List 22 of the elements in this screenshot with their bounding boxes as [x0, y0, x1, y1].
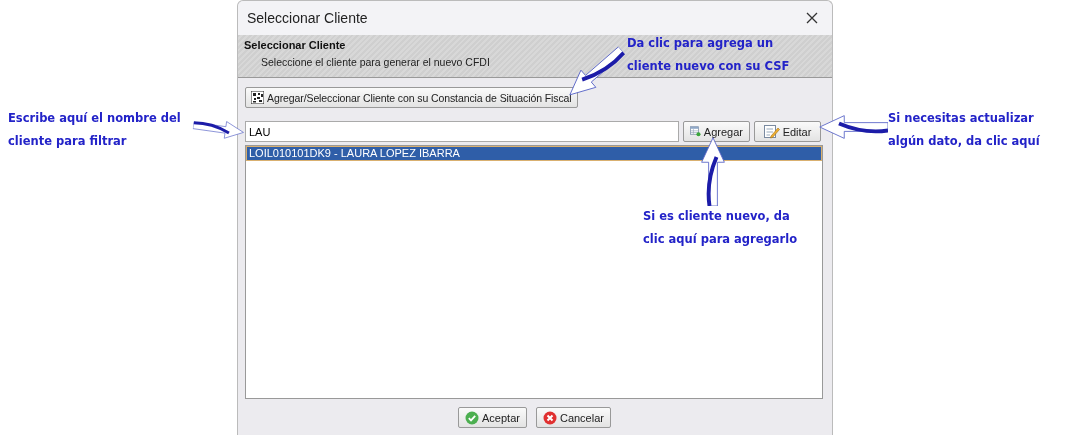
search-field[interactable]: LAU	[245, 121, 679, 142]
csf-button[interactable]: Agregar/Seleccionar Cliente con su Constancia de Situación Fiscal	[245, 87, 578, 108]
header-title: Seleccionar Cliente	[244, 39, 346, 51]
callout-text: Da clic para agrega un cliente nuevo con su CSF	[627, 35, 790, 75]
cancel-button[interactable]: Cancelar	[535, 407, 611, 428]
close-button[interactable]	[804, 10, 820, 26]
callout-arrow	[818, 112, 888, 142]
callout-text: Escribe aquí el nombre del cliente para filtrar	[8, 110, 181, 150]
header-subtitle: Seleccione el cliente para generar el nuevo CFDI	[261, 56, 490, 68]
add-button[interactable]: Agregar	[683, 121, 750, 142]
callout-text: Si es cliente nuevo, da clic aquí para agregarlo	[643, 208, 798, 248]
callout-text: Si necesitas actualizar algún dato, da clic aquí	[888, 110, 1040, 150]
table-add-icon	[690, 124, 701, 139]
close-icon	[806, 12, 818, 24]
edit-button[interactable]: Editar	[754, 121, 821, 142]
accept-button[interactable]: Aceptar	[458, 407, 527, 428]
check-icon	[465, 410, 479, 425]
client-list-item[interactable]: LOIL010101DK9 - LAURA LOPEZ IBARRA	[247, 147, 821, 160]
cancel-icon	[542, 410, 557, 425]
window-title: Seleccionar Cliente	[247, 10, 368, 26]
edit-icon	[763, 124, 780, 139]
qr-code-icon	[251, 91, 264, 104]
